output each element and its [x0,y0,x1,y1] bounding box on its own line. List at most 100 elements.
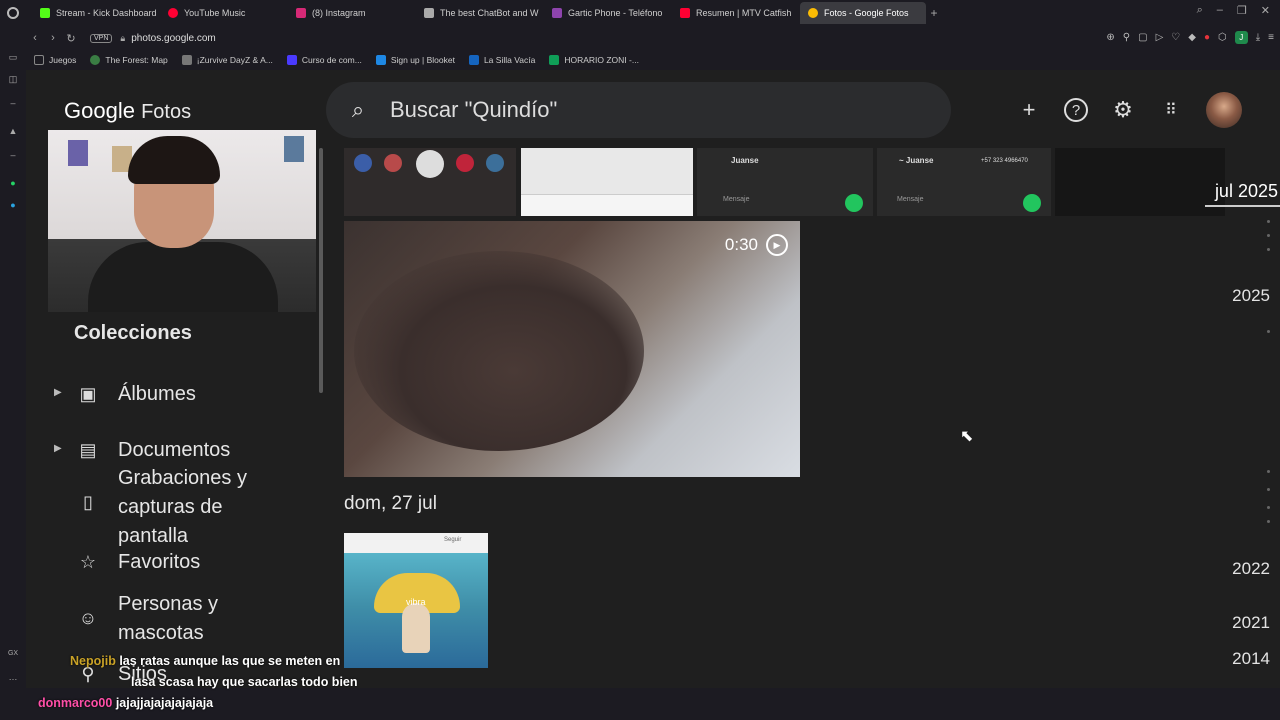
apps-icon[interactable]: ⠿ [1158,97,1184,123]
puzzle-icon[interactable]: ⬡ [1218,32,1227,43]
sidebar-item-favorites[interactable]: ☆ Favoritos [54,548,278,577]
browser-tab-bar: Stream - Kick Dashboard YouTube Music (8… [0,0,1280,26]
bookmark-horario-zoni[interactable]: HORARIO ZONI -... [549,55,639,65]
bookmark-zurvive[interactable]: ¡Zurvive DayZ & A... [181,55,273,65]
tab-instagram[interactable]: (8) Instagram [288,2,416,24]
gartic-icon [552,8,562,18]
photo-thumbnail[interactable] [521,148,693,216]
telegram-icon[interactable]: ● [7,200,19,210]
sidebar-item-albums[interactable]: ▶ ▣ Álbumes [54,380,278,409]
forest-icon [90,55,101,65]
help-icon[interactable]: ? [1064,98,1088,122]
search-tabs-icon[interactable]: ⌕ [1197,4,1203,17]
vpn-badge[interactable]: VPN [90,33,113,43]
tab-youtube-music[interactable]: YouTube Music [160,2,288,24]
tab-google-photos[interactable]: Fotos - Google Fotos [800,2,926,24]
sheets-icon [549,55,560,65]
album-icon: ▣ [79,383,97,404]
mic-icon [1023,194,1041,212]
gx-icon[interactable]: GX [7,650,19,660]
bookmark-blooket[interactable]: Sign up | Blooket [375,55,455,65]
photo-thumbnail[interactable]: Seguir vibra [344,533,488,668]
tab-chatbot[interactable]: The best ChatBot and W [416,2,544,24]
tab-mtv-catfish[interactable]: Resumen | MTV Catfish [672,2,800,24]
account-avatar[interactable] [1206,92,1242,128]
date-heading: dom, 27 jul [344,493,437,514]
search-icon[interactable]: ⌕ [326,97,390,123]
send-icon[interactable]: ▷ [1156,32,1164,43]
back-button[interactable]: ‹ [26,32,44,44]
heart-icon[interactable]: ♡ [1171,32,1180,43]
photo-thumbnail[interactable] [344,148,516,216]
bookmark-juegos[interactable]: Juegos [34,55,76,65]
instagram-icon [296,8,306,18]
sidebar-scrollbar[interactable] [319,148,323,393]
chat-message: Nepojib las ratas aunque las que se mete… [70,654,340,668]
scrubber-current-date[interactable]: jul 2025 [1204,181,1280,207]
scrubber-year[interactable]: 2021 [1232,613,1270,633]
extension-icon[interactable]: ◆ [1188,32,1196,43]
google-photos-logo[interactable]: Google Fotos [64,98,191,124]
mouse-cursor-icon: ⬉ [960,428,974,445]
minimize-button[interactable]: – [1217,4,1223,17]
play-icon: ▶ [766,234,788,256]
settings-icon[interactable]: ⚙ [1110,97,1136,123]
youtube-music-icon [168,8,178,18]
chat-message-continued: lasa scasa hay que sacarlas todo bien [131,675,358,689]
wallet-icon[interactable]: ▭ [7,52,19,62]
new-tab-button[interactable]: + [926,5,942,21]
document-icon: ▤ [79,439,97,460]
bag-icon[interactable]: ◫ [7,74,19,84]
wall-poster [68,140,88,166]
video-duration: 0:30 [724,235,758,254]
expand-caret-icon[interactable]: ▶ [54,443,70,454]
address-bar: ‹ › ↻ VPN 🔒︎ photos.google.com ⊕ ⚲ ▢ ▷ ♡… [26,26,1280,50]
mic-icon [845,194,863,212]
aria-icon[interactable]: ▲ [7,126,19,136]
record-icon[interactable]: ● [1204,32,1210,43]
star-icon: ☆ [79,551,97,572]
browser-logo-icon[interactable] [0,0,26,26]
date-scrubber[interactable]: jul 2025 2025 2022 2021 2014 [1180,148,1280,688]
scrubber-year[interactable]: 2022 [1232,559,1270,579]
search-bar[interactable]: ⌕ Buscar "Quindío" [326,82,951,138]
whatsapp-icon[interactable]: ● [7,178,19,188]
sidebar-item-documents[interactable]: ▶ ▤ Documentos [54,436,278,465]
add-icon[interactable]: + [1016,97,1042,123]
chat-message: donmarco00 jajajjajajajajajaja [38,696,213,710]
lock-icon[interactable]: 🔒︎ [120,33,125,44]
bookmark-curso[interactable]: Curso de com... [286,55,362,65]
expand-caret-icon[interactable]: ▶ [54,387,70,398]
url-field[interactable]: photos.google.com [131,33,216,44]
snapshot-icon[interactable]: ▢ [1138,32,1147,43]
divider-icon: – [10,150,16,160]
tab-gartic-phone[interactable]: Gartic Phone - Teléfono [544,2,672,24]
silla-icon [468,55,479,65]
pin-icon[interactable]: ⚲ [1123,32,1130,43]
close-window-button[interactable]: ✕ [1261,4,1270,17]
sidebar-item-people-pets[interactable]: ☺ Personas y mascotas [54,590,278,648]
restore-button[interactable]: ❐ [1237,4,1247,17]
photo-timeline: Juanse Mensaje ~ Juanse +57 323 4966470 … [344,148,1264,688]
bookmark-la-silla-vacia[interactable]: La Silla Vacía [468,55,535,65]
download-icon[interactable]: ⤓ [1256,32,1260,43]
scrubber-year[interactable]: 2014 [1232,649,1270,669]
sidebar-item-screen-recordings[interactable]: ▯ Grabaciones y capturas de pantalla [54,464,278,551]
search-input[interactable]: Buscar "Quindío" [390,97,557,123]
zurvive-icon [181,55,192,65]
bookmark-the-forest[interactable]: The Forest: Map [90,55,168,65]
photo-thumbnail[interactable]: ~ Juanse +57 323 4966470 Mensaje [877,148,1051,216]
scrubber-year[interactable]: 2025 [1232,286,1270,306]
menu-icon[interactable]: ≡ [1268,32,1274,43]
zoom-icon[interactable]: ⊕ [1106,32,1114,43]
kick-icon [40,8,50,18]
reload-button[interactable]: ↻ [62,32,80,45]
video-thumbnail[interactable]: 0:30 ▶ [344,221,800,477]
forward-button[interactable]: › [44,32,62,44]
tab-kick[interactable]: Stream - Kick Dashboard [32,2,160,24]
phone-icon: ▯ [83,491,93,512]
photo-thumbnail[interactable]: Juanse Mensaje [697,148,873,216]
more-icon[interactable]: … [7,672,19,682]
profile-avatar[interactable]: J [1234,31,1248,44]
streamer-body [88,242,278,312]
